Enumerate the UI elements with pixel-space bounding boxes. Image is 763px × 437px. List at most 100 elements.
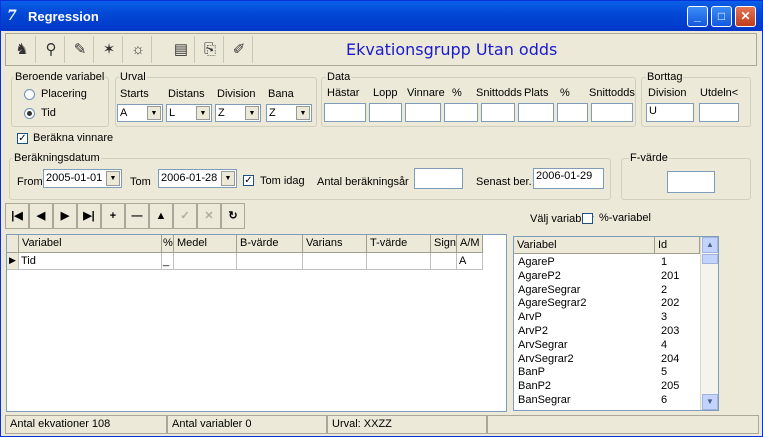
- utdeln-field[interactable]: [699, 103, 739, 122]
- list-item-variabel: ArvSegrar: [518, 338, 568, 351]
- minimize-button[interactable]: _: [687, 6, 708, 27]
- title-bar[interactable]: 7 Regression _ □ ✕: [1, 1, 762, 31]
- wand-icon[interactable]: ✶: [96, 36, 123, 63]
- list-item[interactable]: ArvP2 203: [514, 325, 679, 338]
- division-select[interactable]: Z ▼: [215, 104, 261, 122]
- close-button[interactable]: ✕: [735, 6, 756, 27]
- table-row-am[interactable]: A: [457, 253, 483, 270]
- col-header-tvarde[interactable]: T-värde: [367, 235, 431, 253]
- lopp-field[interactable]: [369, 103, 402, 122]
- list-item[interactable]: AgareP 1: [514, 256, 667, 269]
- scroll-up-icon[interactable]: ▲: [702, 237, 718, 253]
- hastar-label: Hästar: [327, 87, 360, 99]
- varlist-scrollbar[interactable]: ▲ ▼: [700, 237, 718, 410]
- book-icon[interactable]: ▤: [168, 36, 195, 63]
- scroll-down-icon[interactable]: ▼: [702, 394, 718, 410]
- antal-ar-field[interactable]: [414, 168, 463, 189]
- list-item-id: 201: [661, 269, 680, 282]
- list-item[interactable]: AgareSegrar2 202: [514, 297, 679, 310]
- horse-icon[interactable]: ♞: [9, 36, 36, 63]
- varlist-header-id[interactable]: Id: [655, 237, 700, 254]
- senast-field[interactable]: 2006-01-29: [533, 168, 604, 189]
- tid-radio[interactable]: [24, 108, 35, 119]
- copy-icon[interactable]: ⎘: [197, 36, 224, 63]
- list-item[interactable]: AgareSegrar 2: [514, 284, 667, 297]
- prior-record-button[interactable]: ◀: [29, 203, 53, 229]
- vinnare-field[interactable]: [405, 103, 441, 122]
- col-header-pct[interactable]: %: [162, 235, 174, 253]
- list-item[interactable]: ArvP 3: [514, 311, 667, 324]
- post-record-button[interactable]: ✓: [173, 203, 197, 229]
- antal-ar-label: Antal beräkningsår: [317, 176, 409, 188]
- col-header-variabel[interactable]: Variabel: [19, 235, 162, 253]
- pct-variabel-checkbox[interactable]: [582, 213, 593, 224]
- first-record-button[interactable]: |◀: [5, 203, 29, 229]
- table-row-bvarde[interactable]: [237, 253, 303, 270]
- table-row-variabel[interactable]: Tid: [19, 253, 162, 270]
- cancel-record-button[interactable]: ✕: [197, 203, 221, 229]
- chevron-down-icon: ▼: [245, 106, 259, 120]
- maximize-button[interactable]: □: [711, 6, 732, 27]
- list-item-id: 202: [661, 297, 680, 310]
- table-row-varians[interactable]: [303, 253, 367, 270]
- bana-select[interactable]: Z ▼: [266, 104, 312, 122]
- plats-field[interactable]: [518, 103, 554, 122]
- chevron-down-icon: ▼: [147, 106, 161, 120]
- col-header-sign[interactable]: Sign: [431, 235, 457, 253]
- data-label: Data: [326, 71, 352, 83]
- col-header-am[interactable]: A/M: [457, 235, 483, 253]
- table-row-sign[interactable]: [431, 253, 457, 270]
- app-icon: 7: [7, 8, 17, 24]
- list-item-id: 4: [661, 338, 668, 351]
- distans-select[interactable]: L ▼: [166, 104, 212, 122]
- plats-snittodds-field[interactable]: [591, 103, 633, 122]
- bulb-icon[interactable]: ☼: [125, 36, 152, 63]
- equation-grid[interactable]: Variabel % Medel B-värde Varians T-värde…: [6, 234, 507, 412]
- list-item[interactable]: AgareP2 201: [514, 270, 679, 283]
- list-item[interactable]: BanP2 205: [514, 380, 679, 393]
- col-header-bvarde[interactable]: B-värde: [237, 235, 303, 253]
- tom-idag-checkbox[interactable]: ✓: [243, 175, 254, 186]
- scroll-thumb[interactable]: [702, 254, 718, 264]
- list-item[interactable]: ArvSegrar 4: [514, 338, 667, 352]
- col-header-medel[interactable]: Medel: [174, 235, 237, 253]
- eraser-icon[interactable]: ✐: [226, 36, 253, 63]
- list-item[interactable]: BanSegrar 6: [514, 394, 667, 407]
- borttag-division-field[interactable]: U: [646, 103, 694, 122]
- fvarde-field[interactable]: [667, 171, 715, 193]
- refresh-button[interactable]: ↻: [221, 203, 245, 229]
- starts-select[interactable]: A ▼: [117, 104, 163, 122]
- insert-record-button[interactable]: +: [101, 203, 125, 229]
- plats-label: Plats: [524, 87, 549, 99]
- distans-label: Distans: [168, 88, 205, 100]
- table-row-pct[interactable]: _: [162, 253, 174, 270]
- division-label: Division: [217, 88, 256, 100]
- list-item[interactable]: BanP 5: [514, 366, 667, 379]
- variable-list[interactable]: Variabel Id AgareP 1 AgareP2 201 AgareSegrar…: [513, 236, 719, 411]
- group-heading: Ekvationsgrupp Utan odds: [346, 40, 558, 59]
- table-row-medel[interactable]: [174, 253, 237, 270]
- berakna-checkbox[interactable]: ✓: [17, 133, 28, 144]
- bana-value: Z: [269, 107, 276, 119]
- binoculars-icon[interactable]: ⚲: [38, 36, 65, 63]
- snittodds-field[interactable]: [481, 103, 515, 122]
- delete-record-button[interactable]: —: [125, 203, 149, 229]
- table-row-tvarde[interactable]: [367, 253, 431, 270]
- pen-icon[interactable]: ✎: [67, 36, 94, 63]
- edit-record-button[interactable]: ▲: [149, 203, 173, 229]
- datum-label: Beräkningsdatum: [13, 152, 101, 164]
- hastar-field[interactable]: [324, 103, 366, 122]
- tom-date-picker[interactable]: 2006-01-28 ▼: [158, 169, 237, 188]
- plats-pct-field[interactable]: [557, 103, 588, 122]
- list-item[interactable]: ArvSegrar2 204: [514, 353, 679, 366]
- placering-radio[interactable]: [24, 89, 35, 100]
- list-item-variabel: BanP2: [518, 380, 552, 393]
- pct-field[interactable]: [444, 103, 478, 122]
- from-date-picker[interactable]: 2005-01-01 ▼: [43, 169, 122, 188]
- last-record-button[interactable]: ▶|: [77, 203, 101, 229]
- varlist-header-variabel[interactable]: Variabel: [514, 237, 655, 254]
- col-header-varians[interactable]: Varians: [303, 235, 367, 253]
- borttag-division-label: Division: [648, 87, 687, 99]
- next-record-button[interactable]: ▶: [53, 203, 77, 229]
- list-item-variabel: AgareSegrar2: [518, 297, 587, 310]
